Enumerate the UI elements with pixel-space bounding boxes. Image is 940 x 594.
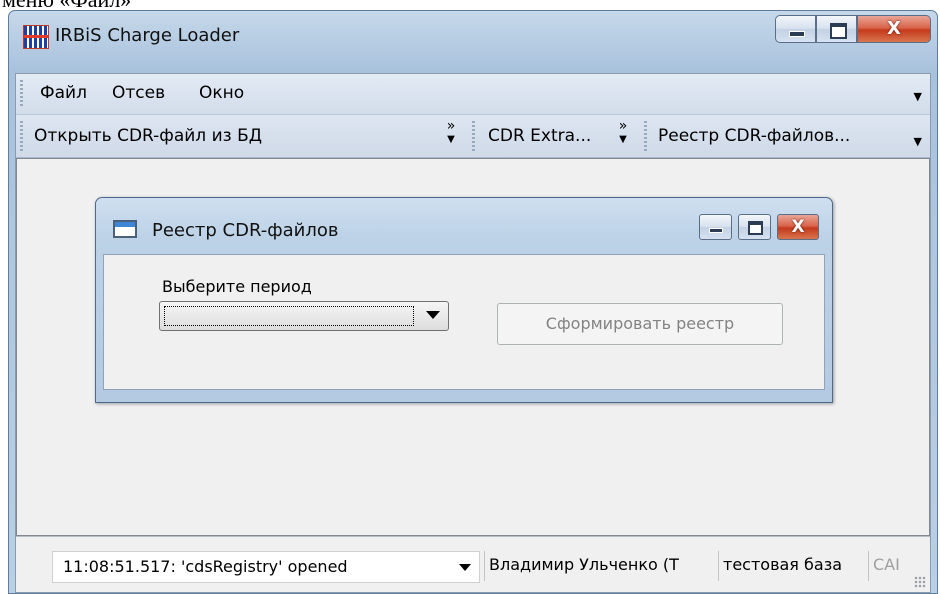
cdr-registry-window: Реестр CDR-файлов X Выберите период Сфор… xyxy=(95,197,833,403)
cdr-extra-button[interactable]: CDR Extra... xyxy=(488,124,591,148)
overflow-label: » xyxy=(446,118,456,134)
window-title: IRBiS Charge Loader xyxy=(55,25,240,46)
toolbar-grip[interactable] xyxy=(20,121,23,151)
mdi-area: Реестр CDR-файлов X Выберите период Сфор… xyxy=(16,158,930,536)
close-icon: X xyxy=(791,217,805,237)
menu-file[interactable]: Файл xyxy=(40,81,87,105)
period-select[interactable] xyxy=(159,301,449,331)
maximize-icon xyxy=(830,23,847,39)
chevron-down-icon[interactable]: ▼ xyxy=(914,90,922,103)
toolbar-grip[interactable] xyxy=(644,121,647,151)
child-close-button[interactable]: X xyxy=(777,214,819,240)
app-icon xyxy=(23,25,49,49)
menu-filter[interactable]: Отсев xyxy=(112,81,165,105)
overflow-chevron-icon[interactable]: » ▼ xyxy=(444,119,458,151)
overflow-label: » xyxy=(618,118,628,134)
menu-bar: Файл Отсев Окно ▼ xyxy=(16,74,930,115)
window-icon xyxy=(113,220,137,238)
child-maximize-button[interactable] xyxy=(738,214,771,240)
resize-grip-icon[interactable] xyxy=(914,576,926,588)
child-minimize-button[interactable] xyxy=(699,214,732,240)
chevron-down-icon: ▼ xyxy=(619,134,627,145)
build-registry-button[interactable]: Сформировать реестр xyxy=(497,303,783,345)
status-bar: 11:08:51.517: 'cdsRegistry' opened Влади… xyxy=(16,536,930,592)
period-label: Выберите период xyxy=(162,277,312,296)
chevron-down-icon: ▼ xyxy=(447,134,455,145)
overflow-chevron-icon[interactable]: » ▼ xyxy=(616,119,630,151)
toolbar: Открыть CDR-файл из БД » ▼ CDR Extra... »… xyxy=(16,115,930,158)
toolbar-grip[interactable] xyxy=(472,121,475,151)
chevron-down-icon[interactable] xyxy=(426,311,440,319)
menu-window[interactable]: Окно xyxy=(199,81,244,105)
main-client-area: Файл Отсев Окно ▼ Открыть CDR-файл из БД… xyxy=(15,73,931,593)
child-client-area: Выберите период Сформировать реестр xyxy=(103,254,825,390)
chevron-down-icon[interactable] xyxy=(459,564,471,571)
minimize-button[interactable] xyxy=(775,15,816,43)
status-caps: CAI xyxy=(868,551,904,581)
chevron-down-icon[interactable]: ▼ xyxy=(914,135,922,148)
caption-buttons: X xyxy=(775,15,931,45)
minimize-icon xyxy=(709,228,723,233)
menu-grip[interactable] xyxy=(20,80,23,108)
close-button[interactable]: X xyxy=(857,15,931,43)
status-database: тестовая база xyxy=(718,551,866,581)
period-value xyxy=(164,306,414,326)
main-window: IRBiS Charge Loader X Файл Отсев Окно ▼ … xyxy=(8,10,938,594)
minimize-icon xyxy=(789,31,805,37)
status-log-text: 11:08:51.517: 'cdsRegistry' opened xyxy=(63,557,348,576)
open-cdr-button[interactable]: Открыть CDR-файл из БД xyxy=(34,124,262,148)
child-caption-buttons: X xyxy=(693,214,819,240)
mdi-workspace: Реестр CDR-файлов X Выберите период Сфор… xyxy=(16,158,930,536)
status-log-dropdown[interactable]: 11:08:51.517: 'cdsRegistry' opened xyxy=(52,551,480,583)
close-icon: X xyxy=(887,18,901,39)
child-window-title: Реестр CDR-файлов xyxy=(152,220,339,241)
cdr-registry-button[interactable]: Реестр CDR-файлов... xyxy=(658,124,850,148)
maximize-button[interactable] xyxy=(816,15,857,43)
title-bar[interactable]: IRBiS Charge Loader X xyxy=(9,11,937,63)
maximize-icon xyxy=(748,221,763,235)
status-user: Владимир Ульченко (Т xyxy=(484,551,716,581)
